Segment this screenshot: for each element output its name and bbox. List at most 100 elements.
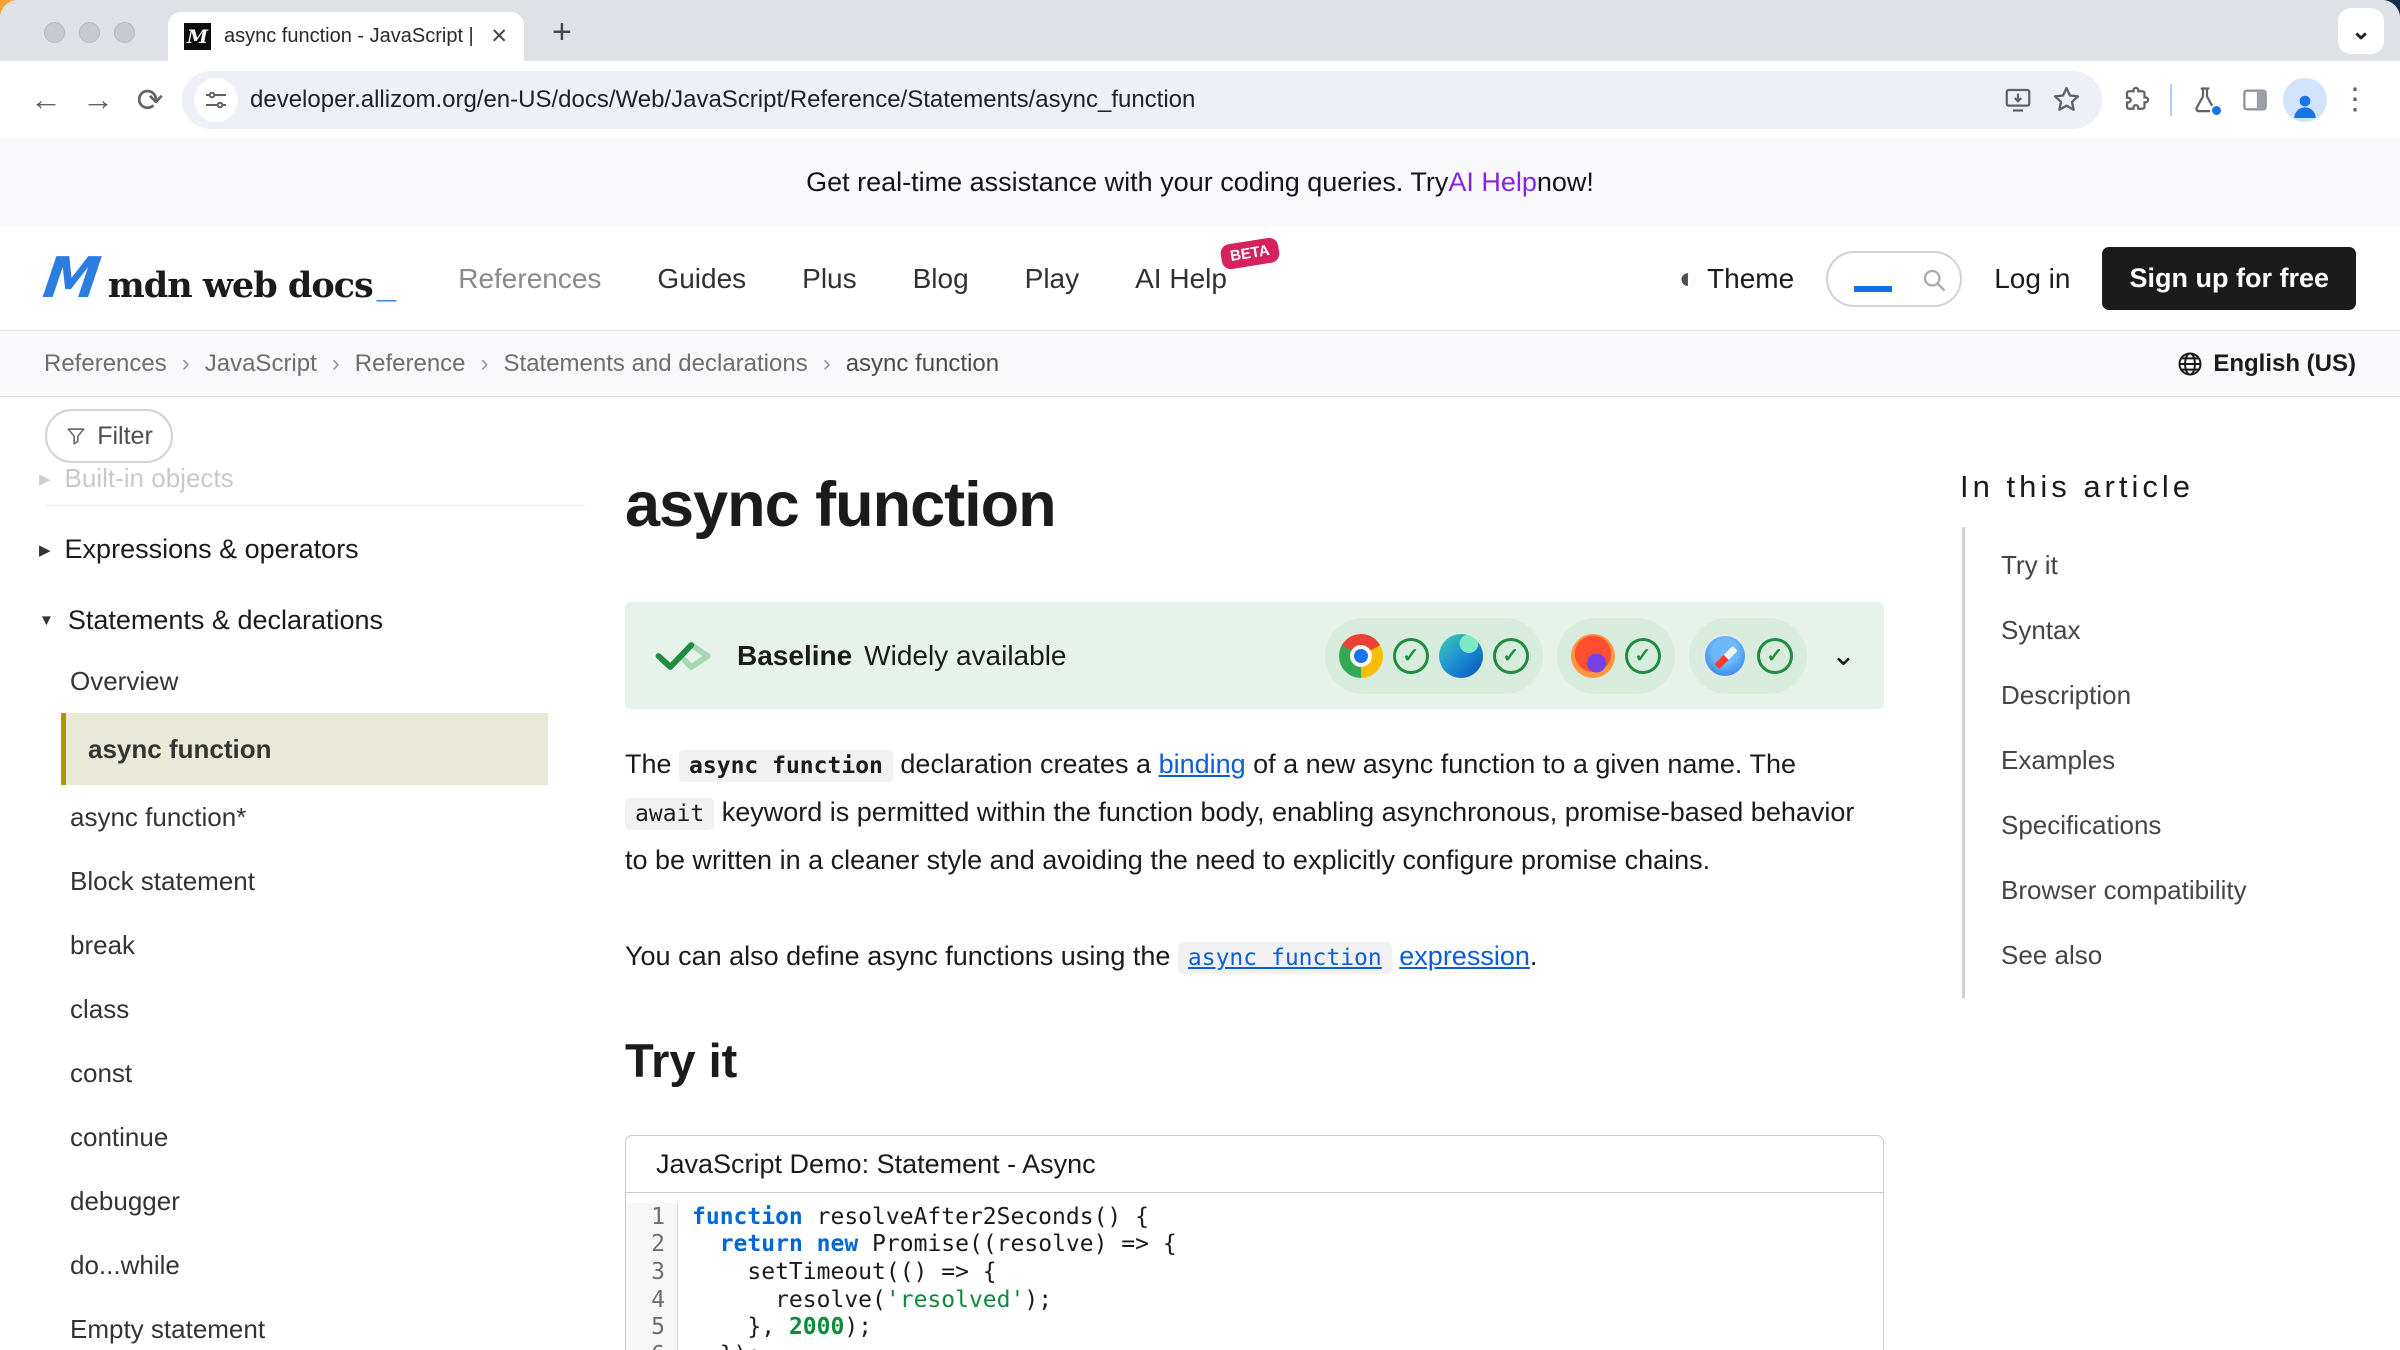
- forward-icon[interactable]: →: [72, 74, 124, 126]
- doc-sidebar: Filter ▶ Built-in objects ▶ Expressions …: [38, 397, 583, 1350]
- signup-button[interactable]: Sign up for free: [2102, 247, 2356, 310]
- breadcrumb: References › JavaScript › Reference › St…: [0, 330, 2400, 397]
- filter-button[interactable]: Filter: [45, 409, 173, 463]
- line-number: 1: [626, 1203, 678, 1231]
- mdn-logo[interactable]: M mdn web docs _: [44, 251, 396, 307]
- tab-search-button[interactable]: ⌄: [2338, 8, 2384, 54]
- toc-list: Try it Syntax Description Examples Speci…: [1962, 527, 2247, 998]
- address-bar[interactable]: developer.allizom.org/en-US/docs/Web/Jav…: [182, 71, 2102, 129]
- banner-text-suffix: now!: [1537, 167, 1594, 198]
- chevron-right-icon: ▶: [39, 541, 51, 559]
- chromium-support-pill: ✓ ✓: [1325, 618, 1543, 694]
- extensions-icon[interactable]: [2112, 75, 2162, 125]
- breadcrumb-reference[interactable]: Reference: [355, 350, 466, 378]
- sidebar-item-async-function-star[interactable]: async function*: [38, 785, 583, 849]
- nav-blog[interactable]: Blog: [913, 263, 969, 295]
- reload-icon[interactable]: ⟳: [124, 74, 176, 126]
- experiments-flask-icon[interactable]: [2180, 75, 2230, 125]
- browser-menu-icon[interactable]: ⋮: [2330, 75, 2380, 125]
- code-token: resolve(: [692, 1287, 886, 1313]
- bookmark-star-icon[interactable]: [2042, 76, 2090, 124]
- back-icon[interactable]: ←: [20, 74, 72, 126]
- nav-ai-help-label: AI Help: [1135, 263, 1227, 294]
- theme-switcher[interactable]: ◐ Theme: [1679, 262, 1794, 296]
- baseline-expand-icon[interactable]: ⌄: [1831, 638, 1856, 673]
- zoom-window-button[interactable]: [114, 22, 135, 43]
- sidebar-item-overview[interactable]: Overview: [38, 649, 583, 713]
- interactive-demo: JavaScript Demo: Statement - Async 1 fun…: [625, 1135, 1884, 1350]
- nav-plus[interactable]: Plus: [802, 263, 856, 295]
- login-link[interactable]: Log in: [1994, 263, 2070, 295]
- sidebar-item-do-while[interactable]: do...while: [38, 1233, 583, 1297]
- expression-link[interactable]: expression: [1399, 941, 1530, 971]
- nav-references[interactable]: References: [458, 263, 601, 295]
- sidebar-item-empty-statement[interactable]: Empty statement: [38, 1297, 583, 1350]
- profile-avatar[interactable]: [2280, 75, 2330, 125]
- sidebar-section-label: Expressions & operators: [65, 534, 359, 565]
- toc-item-browser-compatibility[interactable]: Browser compatibility: [2001, 858, 2247, 923]
- line-number: 6: [626, 1341, 678, 1350]
- line-number: 4: [626, 1286, 678, 1314]
- toc-item-try-it[interactable]: Try it: [2001, 533, 2247, 598]
- side-panel-icon[interactable]: [2230, 75, 2280, 125]
- sidebar-item-async-function[interactable]: async function: [61, 713, 548, 785]
- sidebar-item-list: Overview async function async function* …: [38, 649, 583, 1350]
- new-tab-button[interactable]: +: [552, 13, 572, 52]
- code-token: setTimeout(() => {: [692, 1259, 997, 1285]
- beta-badge: BETA: [1220, 236, 1281, 270]
- code-token: });: [692, 1342, 761, 1350]
- code-editor[interactable]: 1 function resolveAfter2Seconds() { 2 re…: [626, 1193, 1883, 1350]
- binding-link[interactable]: binding: [1159, 749, 1246, 779]
- sidebar-section-expressions[interactable]: ▶ Expressions & operators: [39, 534, 359, 565]
- site-info-icon[interactable]: [194, 78, 238, 122]
- chevron-right-icon: ▶: [39, 470, 51, 488]
- code-token: new: [817, 1231, 859, 1257]
- article: async function Baseline Widely available…: [625, 397, 1885, 1350]
- code-token: },: [692, 1314, 789, 1340]
- search-icon[interactable]: [1920, 266, 1948, 294]
- browser-tab[interactable]: M async function - JavaScript | ✕: [168, 12, 524, 61]
- page-title: async function: [625, 469, 1056, 541]
- language-switcher[interactable]: English (US): [2176, 350, 2356, 378]
- sidebar-item-class[interactable]: class: [38, 977, 583, 1041]
- sidebar-item-const[interactable]: const: [38, 1041, 583, 1105]
- url-text[interactable]: developer.allizom.org/en-US/docs/Web/Jav…: [250, 86, 1994, 114]
- toc-item-see-also[interactable]: See also: [2001, 923, 2247, 988]
- toc-item-syntax[interactable]: Syntax: [2001, 598, 2247, 663]
- sidebar-item-block-statement[interactable]: Block statement: [38, 849, 583, 913]
- check-icon: ✓: [1393, 638, 1429, 674]
- breadcrumb-references[interactable]: References: [44, 350, 167, 378]
- baseline-banner[interactable]: Baseline Widely available ✓ ✓ ✓: [625, 602, 1884, 709]
- install-app-icon[interactable]: [1994, 76, 2042, 124]
- sidebar-section-label: Statements & declarations: [68, 605, 383, 636]
- code-token: 2000: [789, 1314, 844, 1340]
- breadcrumb-javascript[interactable]: JavaScript: [205, 350, 317, 378]
- sidebar-item-break[interactable]: break: [38, 913, 583, 977]
- async-function-expression-code-link[interactable]: async function: [1178, 942, 1392, 974]
- mdn-logo-m-icon: M: [40, 251, 104, 307]
- minimize-window-button[interactable]: [79, 22, 100, 43]
- check-icon: ✓: [1493, 638, 1529, 674]
- text: You can also define async functions usin…: [625, 941, 1178, 971]
- header-right: ◐ Theme Log in Sign up for free: [1679, 247, 2356, 310]
- sidebar-section-built-in-objects[interactable]: ▶ Built-in objects: [39, 463, 234, 494]
- breadcrumb-statements[interactable]: Statements and declarations: [504, 350, 808, 378]
- nav-play[interactable]: Play: [1025, 263, 1079, 295]
- code-token: function: [692, 1204, 803, 1230]
- search-input[interactable]: [1826, 251, 1962, 307]
- toc-item-description[interactable]: Description: [2001, 663, 2247, 728]
- close-window-button[interactable]: [44, 22, 65, 43]
- ai-help-banner-link[interactable]: AI Help: [1448, 167, 1537, 198]
- toc-item-examples[interactable]: Examples: [2001, 728, 2247, 793]
- tab-close-icon[interactable]: ✕: [486, 24, 508, 49]
- sidebar-section-statements[interactable]: ▼ Statements & declarations: [39, 605, 383, 636]
- intro-paragraph: The async function declaration creates a…: [625, 741, 1884, 883]
- code-line: 3 setTimeout(() => {: [626, 1258, 1883, 1286]
- nav-guides[interactable]: Guides: [657, 263, 746, 295]
- toc-item-specifications[interactable]: Specifications: [2001, 793, 2247, 858]
- inline-code-await: await: [625, 798, 714, 830]
- code-token: resolveAfter2Seconds() {: [803, 1204, 1149, 1230]
- nav-ai-help[interactable]: AI Help BETA: [1135, 263, 1227, 295]
- sidebar-item-continue[interactable]: continue: [38, 1105, 583, 1169]
- sidebar-item-debugger[interactable]: debugger: [38, 1169, 583, 1233]
